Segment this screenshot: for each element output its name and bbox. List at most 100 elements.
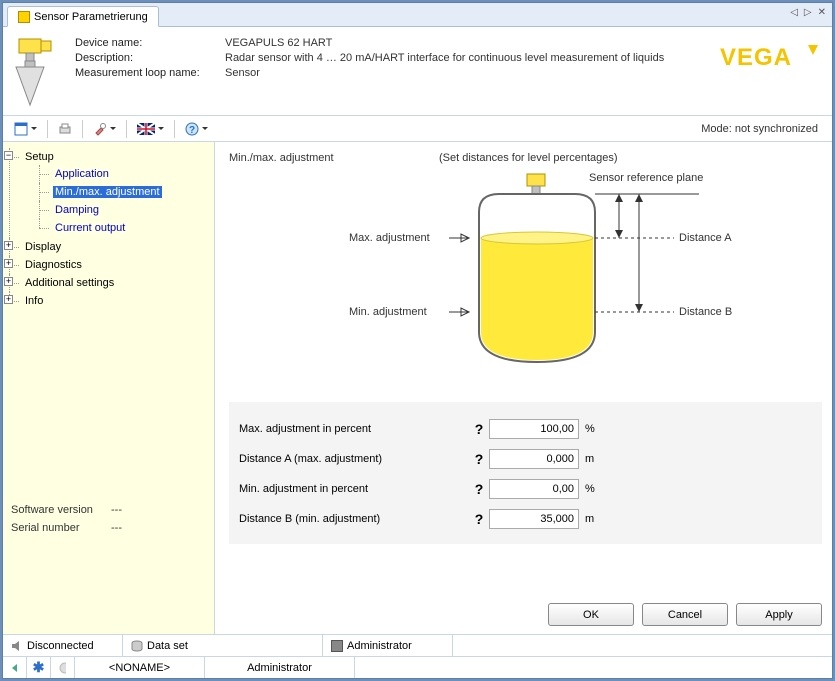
unit-label: % [579, 423, 599, 435]
tab-controls: ◁ ▷ ✕ [790, 7, 826, 18]
nav-arrows-icon[interactable] [3, 657, 27, 678]
tab-bar: Sensor Parametrierung ◁ ▷ ✕ [3, 3, 832, 27]
input-distance-a[interactable] [489, 449, 579, 469]
device-name-label: Device name: [75, 37, 225, 49]
dataset-status: Data set [123, 635, 323, 656]
tree-node-info[interactable]: Info [23, 295, 45, 307]
language-button[interactable] [132, 119, 169, 139]
label-distance-b: Distance B [679, 306, 732, 318]
row-max-percent: Max. adjustment in percent ? % [239, 414, 812, 444]
panel-title: Min./max. adjustment [229, 152, 439, 164]
print-button[interactable] [53, 119, 77, 139]
tools-button[interactable] [88, 119, 121, 139]
panel-hint: (Set distances for level percentages) [439, 152, 618, 164]
dropdown-caret-icon [202, 127, 208, 130]
role-icon [331, 640, 343, 652]
row-distance-a: Distance A (max. adjustment) ? m [239, 444, 812, 474]
apply-button[interactable]: Apply [736, 603, 822, 626]
help-icon[interactable]: ? [469, 451, 489, 467]
description-label: Description: [75, 52, 225, 64]
status-bar-1: Disconnected Data set Administrator [3, 634, 832, 656]
ok-button[interactable]: OK [548, 603, 634, 626]
tree-node-min-max[interactable]: Min./max. adjustment [53, 186, 162, 198]
expand-icon[interactable]: + [4, 295, 13, 304]
tank-diagram: Max. adjustment Min. adjustment Sensor r… [279, 172, 822, 382]
row-min-percent: Min. adjustment in percent ? % [239, 474, 812, 504]
dialog-buttons: OK Cancel Apply [229, 593, 822, 626]
loop-name-label: Measurement loop name: [75, 67, 225, 79]
input-distance-b[interactable] [489, 509, 579, 529]
tree-footer-info: Software version --- Serial number --- [11, 504, 122, 534]
content-panel: Min./max. adjustment (Set distances for … [215, 142, 832, 634]
nav-tree: − Setup Application Min./max. adjustment… [3, 142, 215, 634]
dropdown-caret-icon [158, 127, 164, 130]
dropdown-caret-icon [110, 127, 116, 130]
help-button[interactable]: ? [180, 119, 213, 139]
dataset-icon [131, 640, 143, 652]
sw-version-value: --- [111, 504, 122, 516]
device-info: Device name: VEGAPULS 62 HART Descriptio… [75, 37, 664, 79]
brand-logo: VEGA [720, 37, 820, 77]
row-distance-b: Distance B (min. adjustment) ? m [239, 504, 812, 534]
input-max-percent[interactable] [489, 419, 579, 439]
device-illustration [11, 37, 63, 107]
help-icon[interactable]: ? [469, 511, 489, 527]
description-value: Radar sensor with 4 … 20 mA/HART interfa… [225, 52, 664, 64]
info-disabled-icon [51, 657, 75, 678]
tab-next-icon[interactable]: ▷ [804, 7, 812, 18]
expand-icon[interactable]: + [4, 241, 13, 250]
toolbar: ? Mode: not synchronized [3, 116, 832, 142]
collapse-icon[interactable]: − [4, 151, 13, 160]
layout-button[interactable] [9, 119, 42, 139]
serial-number-label: Serial number [11, 522, 111, 534]
role-status: Administrator [323, 635, 453, 656]
field-label: Max. adjustment in percent [239, 423, 469, 435]
expand-icon[interactable]: + [4, 277, 13, 286]
device-header: Device name: VEGAPULS 62 HART Descriptio… [3, 27, 832, 116]
mode-status: Mode: not synchronized [701, 123, 826, 135]
label-max-adjustment: Max. adjustment [349, 232, 430, 244]
app-window: Sensor Parametrierung ◁ ▷ ✕ Device name:… [2, 2, 833, 679]
dropdown-caret-icon [31, 127, 37, 130]
body: − Setup Application Min./max. adjustment… [3, 142, 832, 634]
tree-node-application[interactable]: Application [53, 168, 111, 180]
tree-node-additional[interactable]: Additional settings [23, 277, 116, 289]
tree-node-damping[interactable]: Damping [53, 204, 101, 216]
label-ref-plane: Sensor reference plane [589, 172, 703, 184]
sw-version-label: Software version [11, 504, 111, 516]
unit-label: % [579, 483, 599, 495]
device-name-value: VEGAPULS 62 HART [225, 37, 664, 49]
sensor-icon [18, 11, 30, 23]
cancel-button[interactable]: Cancel [642, 603, 728, 626]
label-distance-a: Distance A [679, 232, 732, 244]
speaker-icon [11, 640, 23, 652]
help-icon[interactable]: ? [469, 421, 489, 437]
input-min-percent[interactable] [489, 479, 579, 499]
field-label: Distance A (max. adjustment) [239, 453, 469, 465]
loop-name-value: Sensor [225, 67, 664, 79]
connection-status: Disconnected [3, 635, 123, 656]
expand-icon[interactable]: + [4, 259, 13, 268]
help-icon[interactable]: ? [469, 481, 489, 497]
tree-node-display[interactable]: Display [23, 241, 63, 253]
role2-cell[interactable]: Administrator [205, 657, 355, 678]
unit-label: m [579, 513, 599, 525]
tab-close-icon[interactable]: ✕ [818, 7, 826, 18]
serial-number-value: --- [111, 522, 122, 534]
field-label: Distance B (min. adjustment) [239, 513, 469, 525]
label-min-adjustment: Min. adjustment [349, 306, 427, 318]
status-bar-2: ✱ <NONAME> Administrator [3, 656, 832, 678]
tab-sensor-param[interactable]: Sensor Parametrierung [7, 6, 159, 27]
tree-node-setup[interactable]: Setup [23, 151, 56, 163]
tree-node-current-output[interactable]: Current output [53, 222, 127, 234]
content-header: Min./max. adjustment (Set distances for … [229, 152, 822, 164]
noname-cell[interactable]: <NONAME> [75, 657, 205, 678]
tab-label: Sensor Parametrierung [34, 11, 148, 23]
svg-text:VEGA: VEGA [720, 44, 792, 71]
asterisk-icon[interactable]: ✱ [27, 657, 51, 678]
unit-label: m [579, 453, 599, 465]
tab-prev-icon[interactable]: ◁ [790, 7, 798, 18]
tree-node-diagnostics[interactable]: Diagnostics [23, 259, 84, 271]
svg-text:?: ? [189, 125, 195, 136]
field-label: Min. adjustment in percent [239, 483, 469, 495]
